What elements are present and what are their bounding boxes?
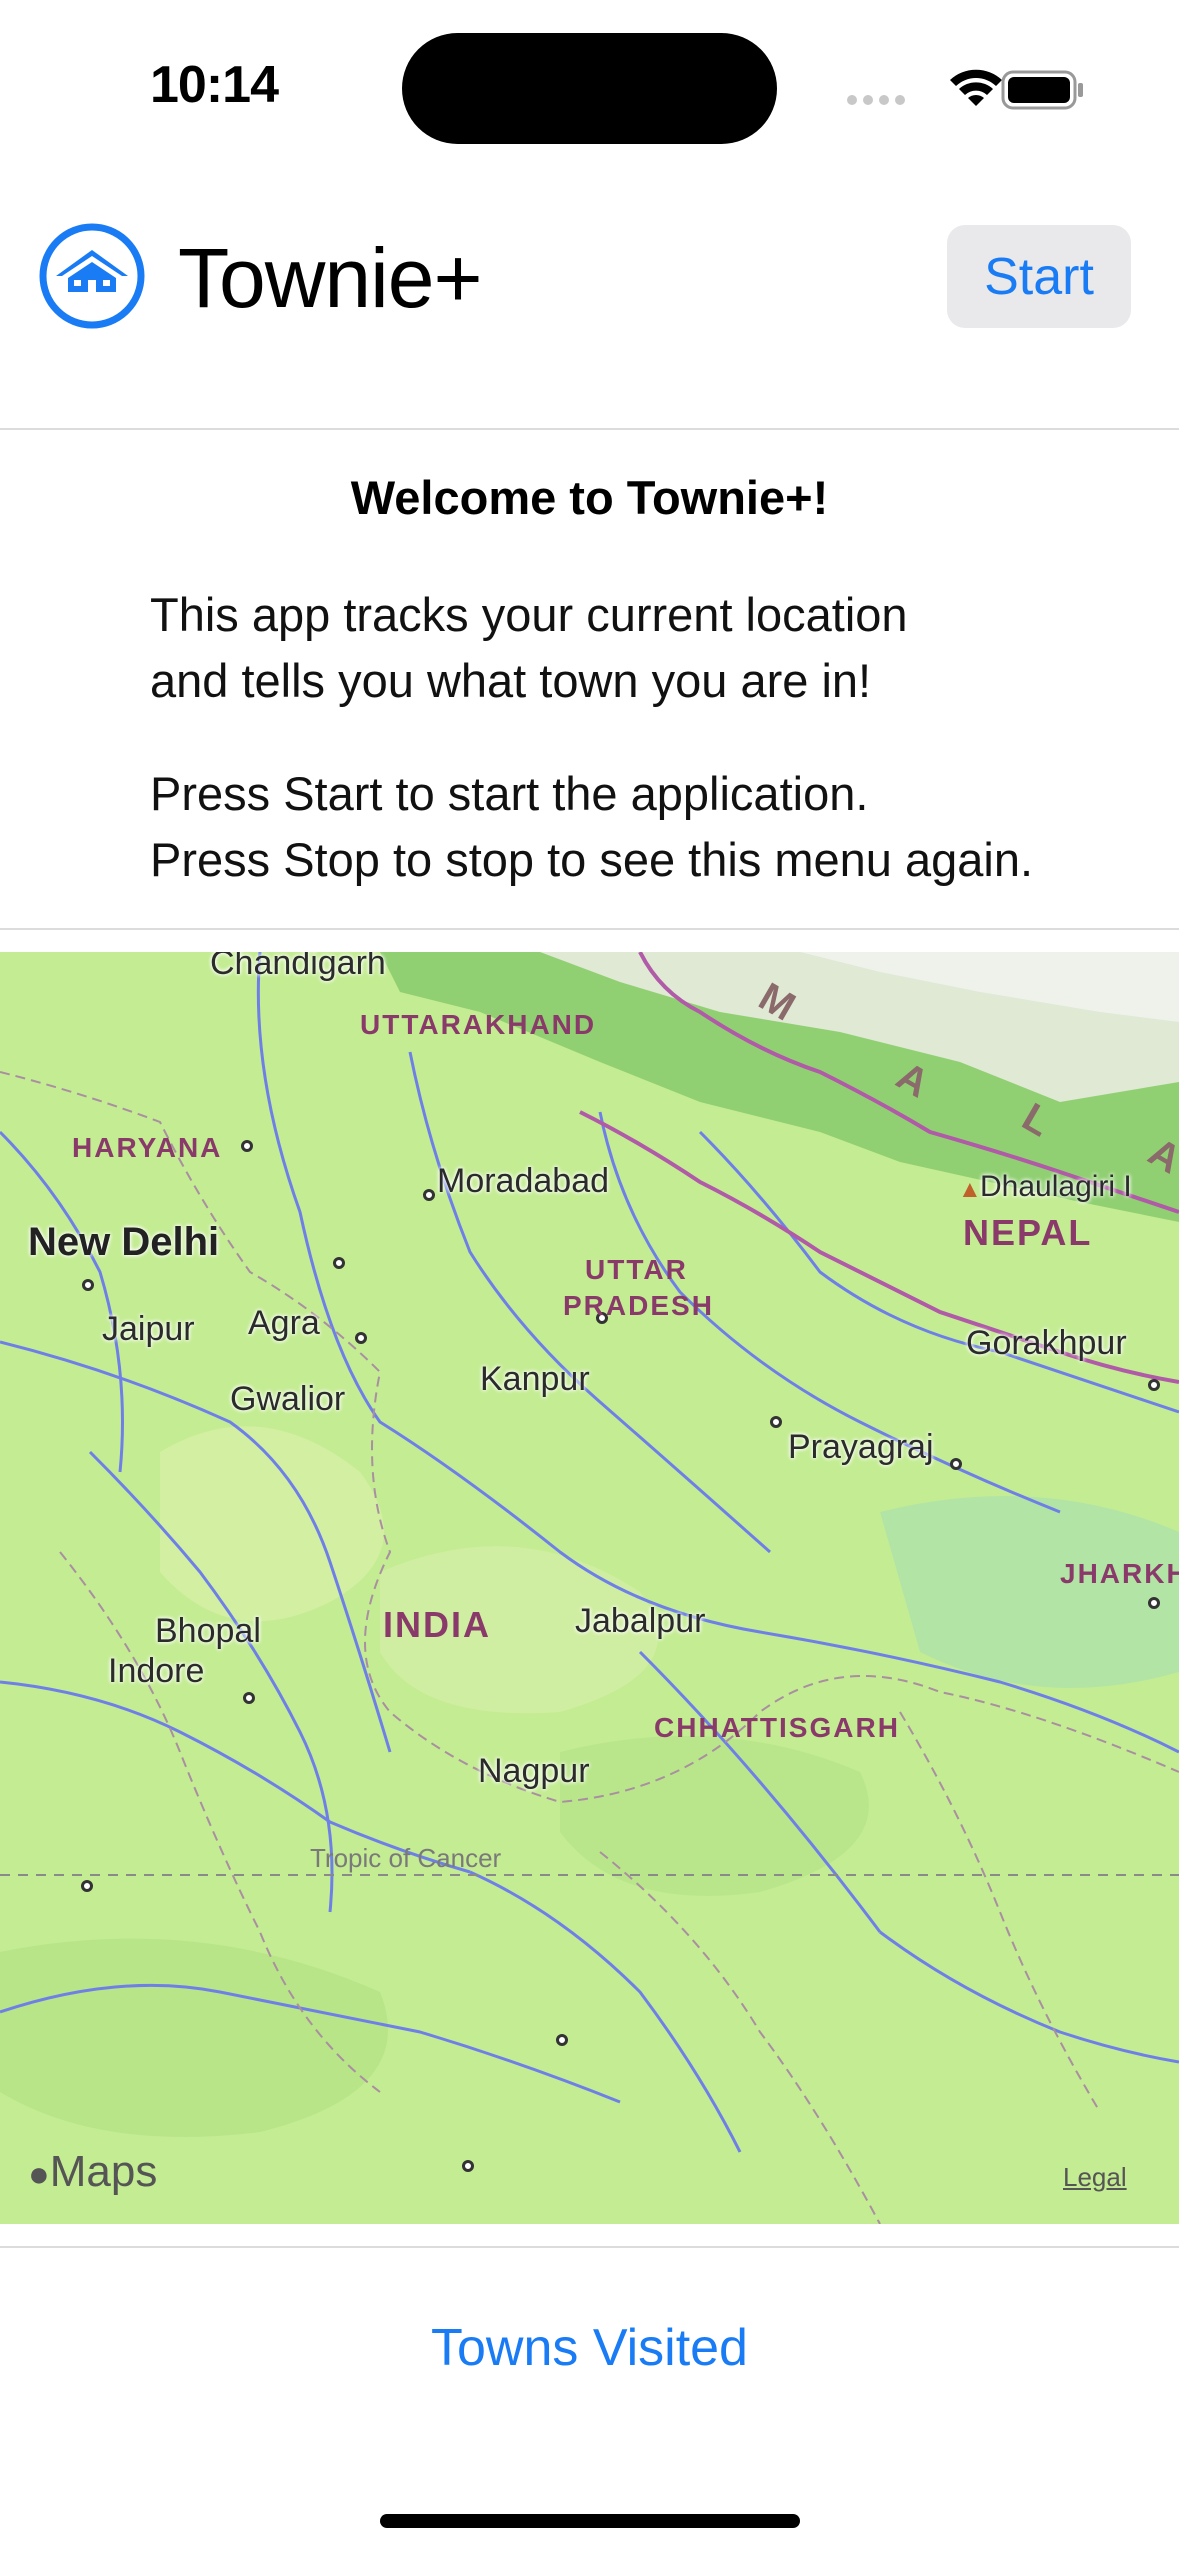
city-label-new-delhi: New Delhi (28, 1220, 220, 1264)
state-label-chhattisgarh: CHHATTISGARH (654, 1712, 900, 1743)
state-label-uttar: UTTAR (585, 1254, 688, 1285)
city-label-chandigarh: Chandigarh (210, 952, 386, 982)
city-marker[interactable] (81, 1880, 93, 1892)
content-divider (0, 928, 1179, 930)
country-label-nepal: NEPAL (963, 1212, 1093, 1253)
map-view[interactable]: Chandigarh Moradabad New Delhi Jaipur Ag… (0, 952, 1179, 2224)
app-screen: 10:14 Townie+ Start Welcome to Townie+! … (0, 0, 1179, 2556)
peak-label: Dhaulagiri I (980, 1170, 1132, 1203)
city-label-gorakhpur: Gorakhpur (966, 1324, 1127, 1362)
city-marker[interactable] (770, 1416, 782, 1428)
start-button[interactable]: Start (947, 225, 1131, 328)
legal-link[interactable]: Legal (1063, 2162, 1127, 2193)
city-label-prayagraj: Prayagraj (788, 1428, 934, 1466)
city-marker[interactable] (1148, 1597, 1160, 1609)
city-marker[interactable] (423, 1189, 435, 1201)
map-divider (0, 2246, 1179, 2248)
city-label-nagpur: Nagpur (478, 1752, 590, 1790)
towns-visited-button[interactable]: Towns Visited (0, 2318, 1179, 2378)
state-label-jharkhand: JHARKH (1060, 1558, 1179, 1589)
city-label-agra: Agra (248, 1304, 320, 1342)
dynamic-island (402, 33, 777, 144)
wifi-icon (950, 69, 1002, 106)
city-marker[interactable] (556, 2034, 568, 2046)
city-label-moradabad: Moradabad (437, 1162, 610, 1200)
city-marker[interactable] (243, 1692, 255, 1704)
battery-icon (1001, 70, 1083, 110)
state-label-pradesh: PRADESH (563, 1290, 714, 1321)
peak-icon: ▲ (958, 1176, 982, 1203)
city-marker[interactable] (355, 1332, 367, 1344)
instructions-line-2: Press Stop to stop to see this menu agai… (150, 833, 1034, 886)
cellular-signal-icon (847, 95, 905, 105)
city-label-kanpur: Kanpur (480, 1360, 590, 1398)
city-label-gwalior: Gwalior (230, 1380, 346, 1418)
city-label-indore: Indore (108, 1652, 205, 1690)
country-label-india: INDIA (383, 1604, 491, 1645)
welcome-title: Welcome to Townie+! (350, 471, 829, 524)
city-label-jabalpur: Jabalpur (575, 1602, 706, 1640)
apple-logo-icon: ● (28, 2153, 50, 2194)
app-title: Townie+ (178, 231, 483, 325)
intro-line-2: and tells you what town you are in! (150, 654, 872, 707)
tropic-label: Tropic of Cancer (310, 1843, 502, 1873)
maps-brand: ●Maps (28, 2147, 157, 2197)
city-marker[interactable] (333, 1257, 345, 1269)
city-label-bhopal: Bhopal (155, 1612, 261, 1650)
city-marker[interactable] (950, 1458, 962, 1470)
city-label-jaipur: Jaipur (102, 1310, 195, 1348)
maps-brand-label: Maps (49, 2147, 158, 2196)
status-time: 10:14 (150, 56, 279, 114)
townie-logo-icon (39, 223, 145, 329)
status-icons (847, 69, 1083, 110)
city-marker[interactable] (241, 1140, 253, 1152)
intro-line-1: This app tracks your current location (150, 588, 908, 641)
home-indicator[interactable] (380, 2514, 800, 2528)
city-marker[interactable] (462, 2160, 474, 2172)
city-marker[interactable] (82, 1279, 94, 1291)
state-label-haryana: HARYANA (72, 1132, 223, 1163)
intro-paragraph: This app tracks your current location an… (150, 582, 908, 714)
instructions-line-1: Press Start to start the application. (150, 767, 869, 820)
state-label-uttarakhand: UTTARAKHAND (360, 1009, 597, 1040)
city-marker[interactable] (1148, 1379, 1160, 1391)
header-divider (0, 428, 1179, 430)
instructions-paragraph: Press Start to start the application. Pr… (150, 761, 1033, 893)
